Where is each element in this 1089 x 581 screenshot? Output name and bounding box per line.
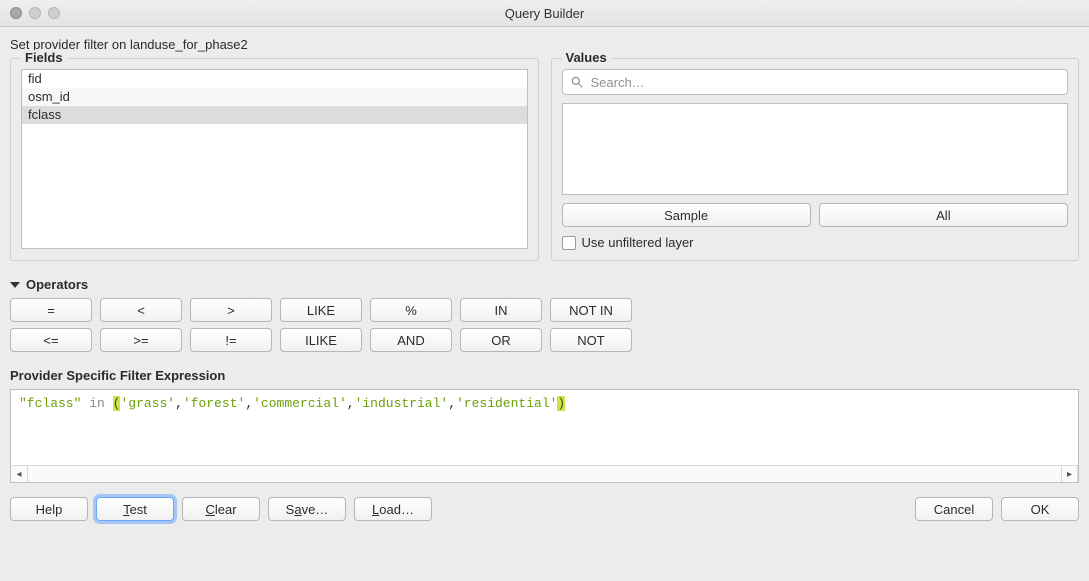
use-unfiltered-checkbox[interactable] [562,236,576,250]
operator-button[interactable]: = [10,298,92,322]
load-button[interactable]: Load… [354,497,432,521]
expression-hscrollbar[interactable]: ◂ ▸ [11,465,1078,482]
title-bar: Query Builder [0,0,1089,27]
scroll-right-button[interactable]: ▸ [1061,466,1078,482]
operator-button[interactable]: ILIKE [280,328,362,352]
search-icon [570,75,584,89]
operator-button[interactable]: >= [100,328,182,352]
values-listbox[interactable] [562,103,1069,195]
expression-box: "fclass" in ('grass','forest','commercia… [10,389,1079,483]
save-button[interactable]: Save… [268,497,346,521]
operators-label: Operators [26,277,88,292]
scroll-left-button[interactable]: ◂ [11,466,28,482]
values-group: Values Sample All Use unfiltered layer [551,58,1080,261]
fields-group: Fields fidosm_idfclass [10,58,539,261]
operator-button[interactable]: IN [460,298,542,322]
close-window-icon[interactable] [10,7,22,19]
values-label: Values [562,50,611,65]
field-item[interactable]: fclass [22,106,527,124]
operators-toggle[interactable]: Operators [10,277,1079,292]
all-button[interactable]: All [819,203,1068,227]
instruction-text: Set provider filter on landuse_for_phase… [10,37,1079,52]
sample-button[interactable]: Sample [562,203,811,227]
scroll-track[interactable] [28,466,1061,482]
operator-button[interactable]: != [190,328,272,352]
test-button[interactable]: Test [96,497,174,521]
use-unfiltered-label: Use unfiltered layer [582,235,694,250]
fields-label: Fields [21,50,67,65]
ok-button[interactable]: OK [1001,497,1079,521]
operator-button[interactable]: NOT [550,328,632,352]
field-item[interactable]: osm_id [22,88,527,106]
window-controls [0,7,60,19]
window-title: Query Builder [0,6,1089,21]
fields-listbox[interactable]: fidosm_idfclass [21,69,528,249]
operator-button[interactable]: > [190,298,272,322]
operator-button[interactable]: <= [10,328,92,352]
zoom-window-icon[interactable] [48,7,60,19]
operator-button[interactable]: NOT IN [550,298,632,322]
help-button[interactable]: Help [10,497,88,521]
field-item[interactable]: fid [22,70,527,88]
clear-button[interactable]: Clear [182,497,260,521]
operator-button[interactable]: % [370,298,452,322]
operator-button[interactable]: < [100,298,182,322]
values-search-input[interactable] [562,69,1069,95]
chevron-down-icon [10,280,20,290]
operator-button[interactable]: LIKE [280,298,362,322]
use-unfiltered-row[interactable]: Use unfiltered layer [562,235,1069,250]
minimize-window-icon[interactable] [29,7,41,19]
dialog-footer: Help Test Clear Save… Load… Cancel OK [10,497,1079,521]
operators-section: Operators = < > LIKE% IN NOT IN <= >= != ILIKE AND… [10,277,1079,358]
operator-button[interactable]: OR [460,328,542,352]
operator-button[interactable]: AND [370,328,452,352]
cancel-button[interactable]: Cancel [915,497,993,521]
expression-editor[interactable]: "fclass" in ('grass','forest','commercia… [11,390,1078,465]
expression-label: Provider Specific Filter Expression [10,368,1079,383]
